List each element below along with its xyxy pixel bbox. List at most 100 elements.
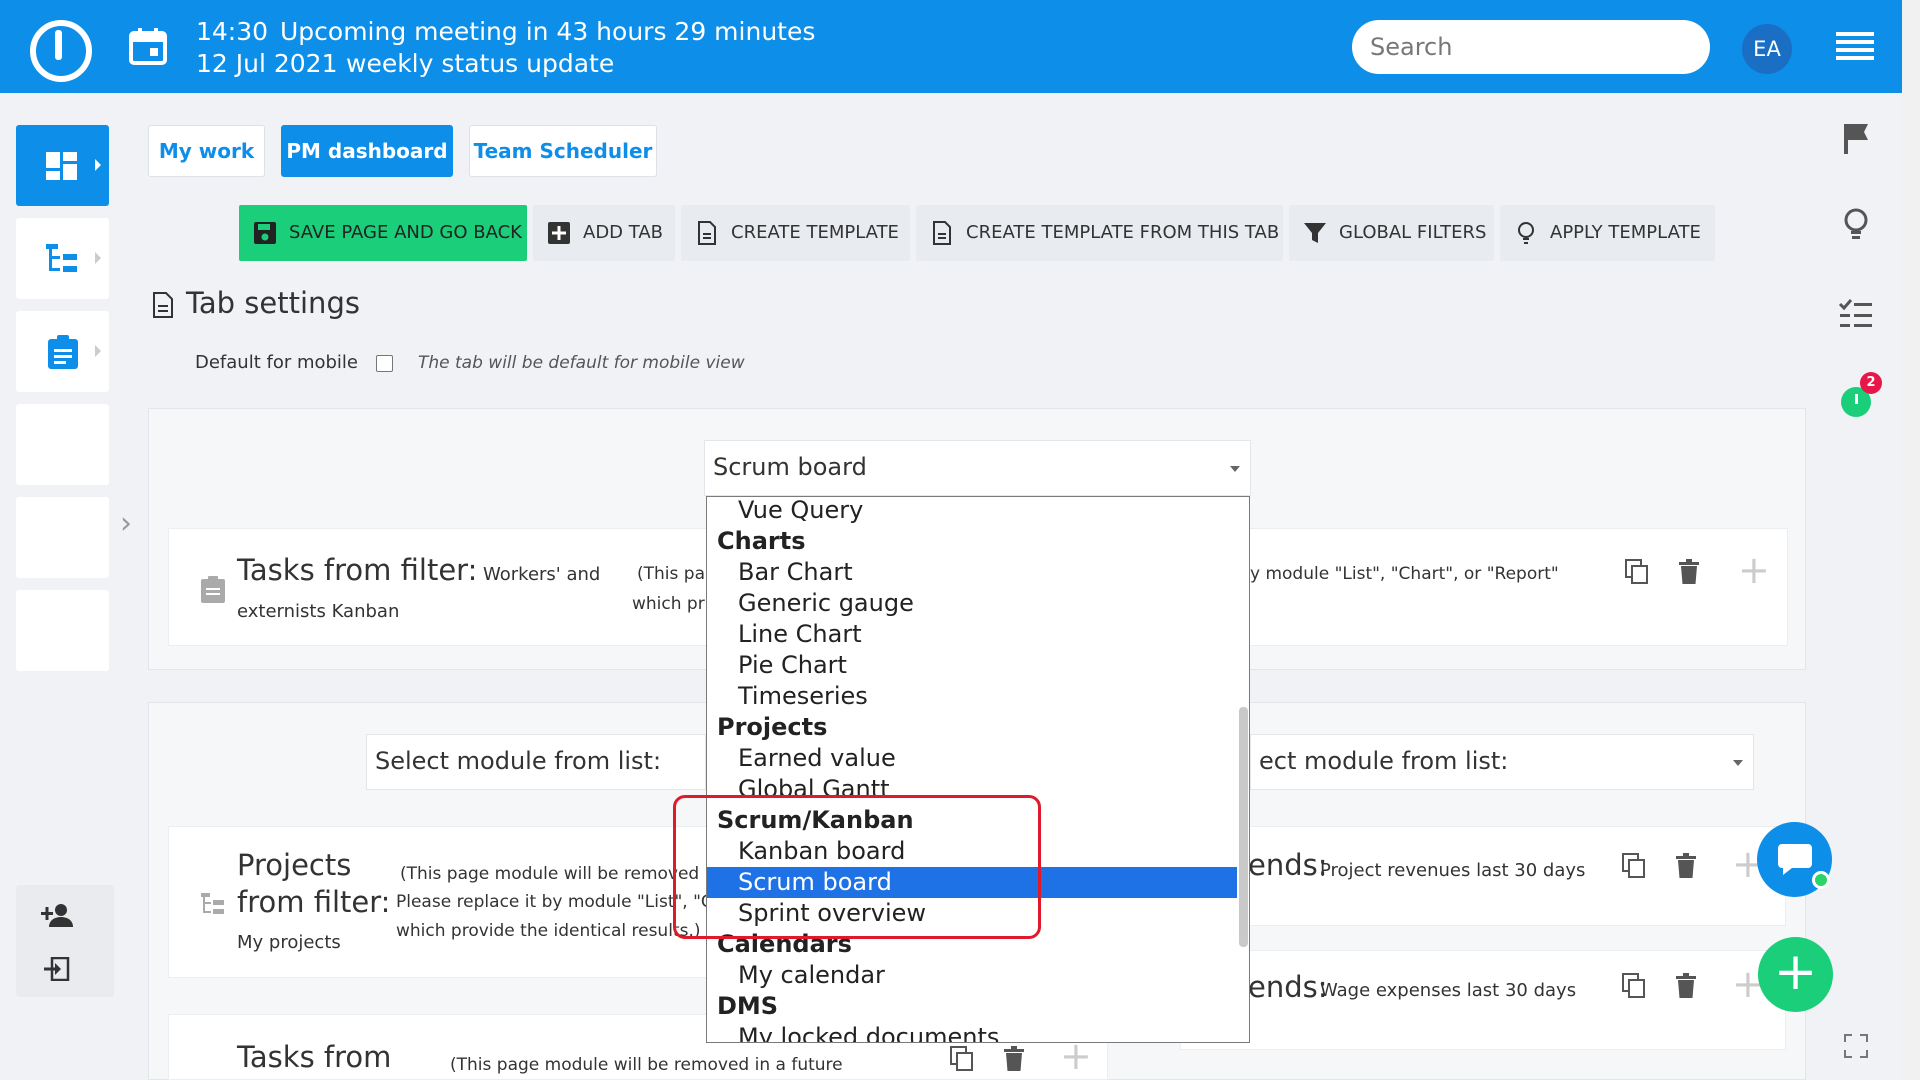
global-filters-label: GLOBAL FILTERS <box>1339 222 1487 243</box>
fullscreen-icon[interactable] <box>1844 1034 1868 1058</box>
dropdown-option[interactable]: Pie Chart <box>707 650 1237 681</box>
sidebar-item-empty-2[interactable] <box>16 497 109 578</box>
create-template-from-tab-button[interactable]: CREATE TEMPLATE FROM THIS TAB <box>916 205 1283 261</box>
online-status-icon <box>1812 871 1830 889</box>
apply-template-label: APPLY TEMPLATE <box>1550 222 1701 243</box>
sidebar-projects[interactable] <box>16 218 109 299</box>
flag-icon[interactable] <box>1838 120 1874 156</box>
sidebar-item-empty-1[interactable] <box>16 404 109 485</box>
tab-pm-dashboard[interactable]: PM dashboard <box>281 125 453 177</box>
upcoming-meeting[interactable]: 14:30 Upcoming meeting in 43 hours 29 min… <box>196 16 815 80</box>
copy-icon[interactable] <box>950 1046 974 1072</box>
module-title-cont: from filter: <box>237 885 391 919</box>
lightbulb-icon[interactable] <box>1838 206 1874 242</box>
project-tree-icon <box>46 244 77 272</box>
project-tree-icon <box>201 893 224 914</box>
dropdown-option[interactable]: Bar Chart <box>707 557 1237 588</box>
dropdown-option[interactable]: My calendar <box>707 960 1237 991</box>
dropdown-option[interactable]: Generic gauge <box>707 588 1237 619</box>
calendar-icon[interactable] <box>128 26 168 66</box>
module-title: ends: <box>1248 970 1328 1004</box>
dropdown-option[interactable]: Earned value <box>707 743 1237 774</box>
annotation-highlight-box <box>673 795 1041 939</box>
sidebar-dashboard[interactable] <box>16 125 109 206</box>
module-deprecation-note-cont: which pr <box>632 594 705 614</box>
module-select-left[interactable]: Select module from list: <box>366 734 706 790</box>
tab-team-scheduler[interactable]: Team Scheduler <box>469 125 657 177</box>
user-avatar[interactable]: EA <box>1742 24 1792 74</box>
tab-settings-title: Tab settings <box>186 286 360 320</box>
clipboard-icon <box>201 576 225 603</box>
meeting-time: 14:30 <box>196 17 269 46</box>
add-tab-label: ADD TAB <box>583 222 664 243</box>
copy-icon[interactable] <box>1622 853 1646 879</box>
default-mobile-hint: The tab will be default for mobile view <box>418 353 745 373</box>
dashboard-icon <box>46 152 77 180</box>
dropdown-option[interactable]: Line Chart <box>707 619 1237 650</box>
tab-my-work[interactable]: My work <box>148 125 265 177</box>
module-deprecation-note: (This page module will be removed i <box>400 864 710 884</box>
module-select-right[interactable]: ect module from list: <box>1250 734 1754 790</box>
sidebar-bottom <box>16 885 114 997</box>
dropdown-option[interactable]: Vue Query <box>707 497 1237 526</box>
chat-bubble-icon <box>1778 844 1812 875</box>
dropdown-option[interactable]: Timeseries <box>707 681 1237 712</box>
add-user-icon[interactable] <box>41 903 73 927</box>
hamburger-menu-icon[interactable] <box>1836 32 1874 60</box>
module-select[interactable]: Scrum board <box>704 440 1251 496</box>
module-deprecation-note-cont-2: which provide the identical results.) <box>396 921 701 941</box>
trash-icon[interactable] <box>1677 559 1701 585</box>
module-filter-name: My projects <box>237 932 341 953</box>
add-tab-button[interactable]: ADD TAB <box>533 205 675 261</box>
module-deprecation-note: (This pa <box>637 564 705 584</box>
module-deprecation-note-cont: Please replace it by module "List", "C <box>396 892 713 912</box>
default-mobile-label: Default for mobile <box>195 352 359 373</box>
save-page-button[interactable]: SAVE PAGE AND GO BACK <box>239 205 527 261</box>
module-deprecation-note-right: y module "List", "Chart", or "Report" <box>1250 564 1559 584</box>
copy-icon[interactable] <box>1625 559 1649 585</box>
module-title: Tasks from <box>237 1040 392 1074</box>
dropdown-option[interactable]: My locked documents <box>707 1022 1237 1042</box>
checklist-icon[interactable] <box>1838 296 1874 332</box>
save-page-label: SAVE PAGE AND GO BACK <box>289 222 522 243</box>
sidebar-item-empty-3[interactable] <box>16 590 109 671</box>
create-template-button[interactable]: CREATE TEMPLATE <box>681 205 910 261</box>
module-filter-name-cont: externists Kanban <box>237 601 400 622</box>
logout-icon[interactable] <box>44 957 70 981</box>
create-template-from-tab-label: CREATE TEMPLATE FROM THIS TAB <box>966 222 1280 243</box>
meeting-countdown: Upcoming meeting in 43 hours 29 minutes <box>280 17 816 46</box>
module-dropdown-list[interactable]: My locked documents DMS My calendar Calenda… <box>706 496 1250 1043</box>
default-mobile-checkbox[interactable] <box>376 355 393 372</box>
chevron-right-icon <box>95 159 101 171</box>
add-module-icon[interactable]: + <box>1738 548 1770 592</box>
trash-icon[interactable] <box>1674 853 1698 879</box>
apply-template-button[interactable]: APPLY TEMPLATE <box>1500 205 1715 261</box>
search-input[interactable] <box>1352 20 1710 74</box>
clipboard-icon <box>48 335 78 369</box>
create-template-label: CREATE TEMPLATE <box>731 222 899 243</box>
dropdown-group-label: Projects <box>717 713 828 741</box>
module-select-right-value: ect module from list: <box>1259 747 1509 775</box>
add-button[interactable]: + <box>1758 937 1833 1012</box>
trash-icon[interactable] <box>1674 973 1698 999</box>
top-bar: 14:30 Upcoming meeting in 43 hours 29 min… <box>0 0 1902 93</box>
module-select-left-value: Select module from list: <box>375 747 662 775</box>
trash-icon[interactable] <box>1002 1046 1026 1072</box>
sidebar-expand-icon[interactable]: › <box>120 506 132 541</box>
copy-icon[interactable] <box>1622 973 1646 999</box>
caret-down-icon <box>1230 466 1240 472</box>
app-logo-icon[interactable] <box>30 20 92 82</box>
module-filter-name: Wage expenses last 30 days <box>1320 980 1577 1001</box>
filter-icon <box>1304 223 1326 243</box>
sidebar-tasks[interactable] <box>16 311 109 392</box>
module-deprecation-note: (This page module will be removed in a f… <box>450 1055 843 1075</box>
page-scrollbar[interactable] <box>1902 0 1920 1080</box>
dropdown-scrollbar[interactable] <box>1239 707 1248 947</box>
chevron-right-icon <box>95 345 101 357</box>
module-filter-name: Project revenues last 30 days <box>1320 860 1586 881</box>
dropdown-group-label: DMS <box>717 992 779 1020</box>
module-select-value: Scrum board <box>713 453 867 481</box>
global-filters-button[interactable]: GLOBAL FILTERS <box>1289 205 1494 261</box>
dropdown-group-label: Charts <box>717 527 806 555</box>
save-icon <box>254 222 276 244</box>
